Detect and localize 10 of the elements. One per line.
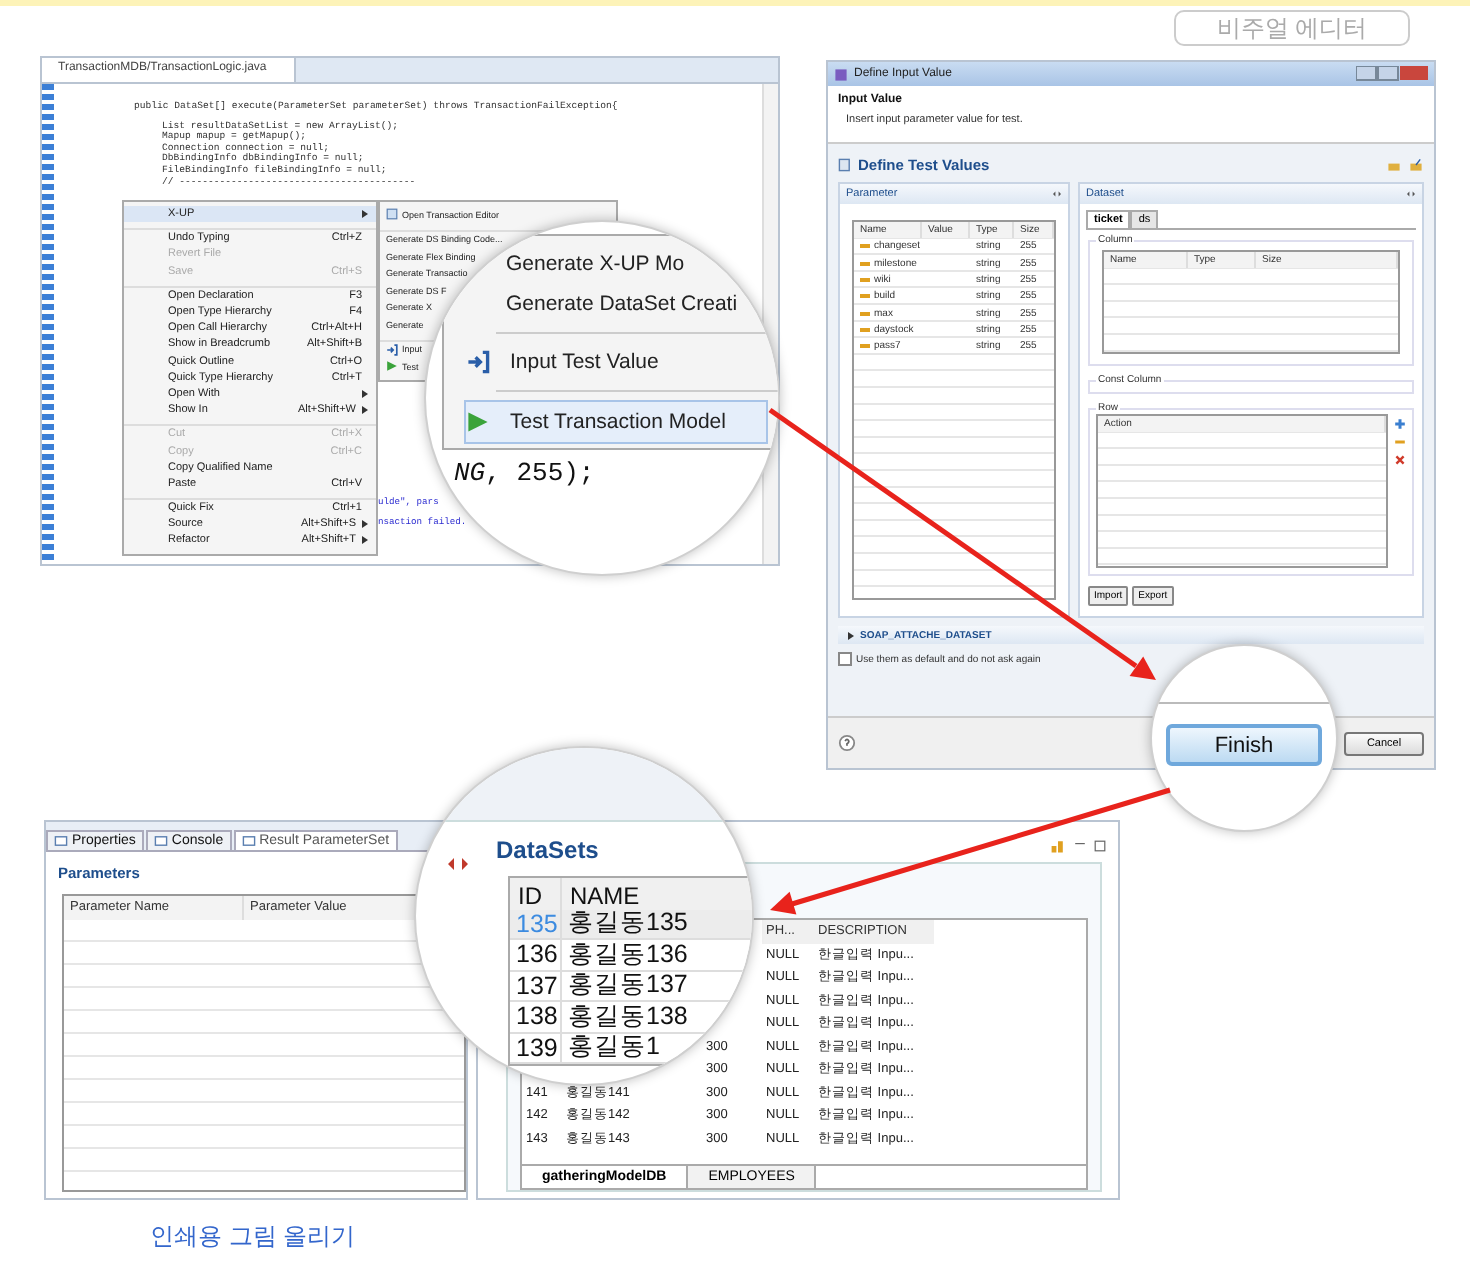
table-cell: 138 xyxy=(510,1002,562,1033)
table-cell: 135 xyxy=(510,909,562,940)
column-header: NAME xyxy=(562,878,752,914)
panel-title: DataSets xyxy=(496,836,599,864)
table-cell: 136 xyxy=(510,940,562,971)
table-cell: 139 xyxy=(510,1033,562,1064)
code-fragment: NG, 255); xyxy=(454,458,595,488)
table-cell: 홍길동136 xyxy=(562,940,752,971)
table-cell: 137 xyxy=(510,971,562,1002)
table-cell: 홍길동135 xyxy=(562,909,752,940)
